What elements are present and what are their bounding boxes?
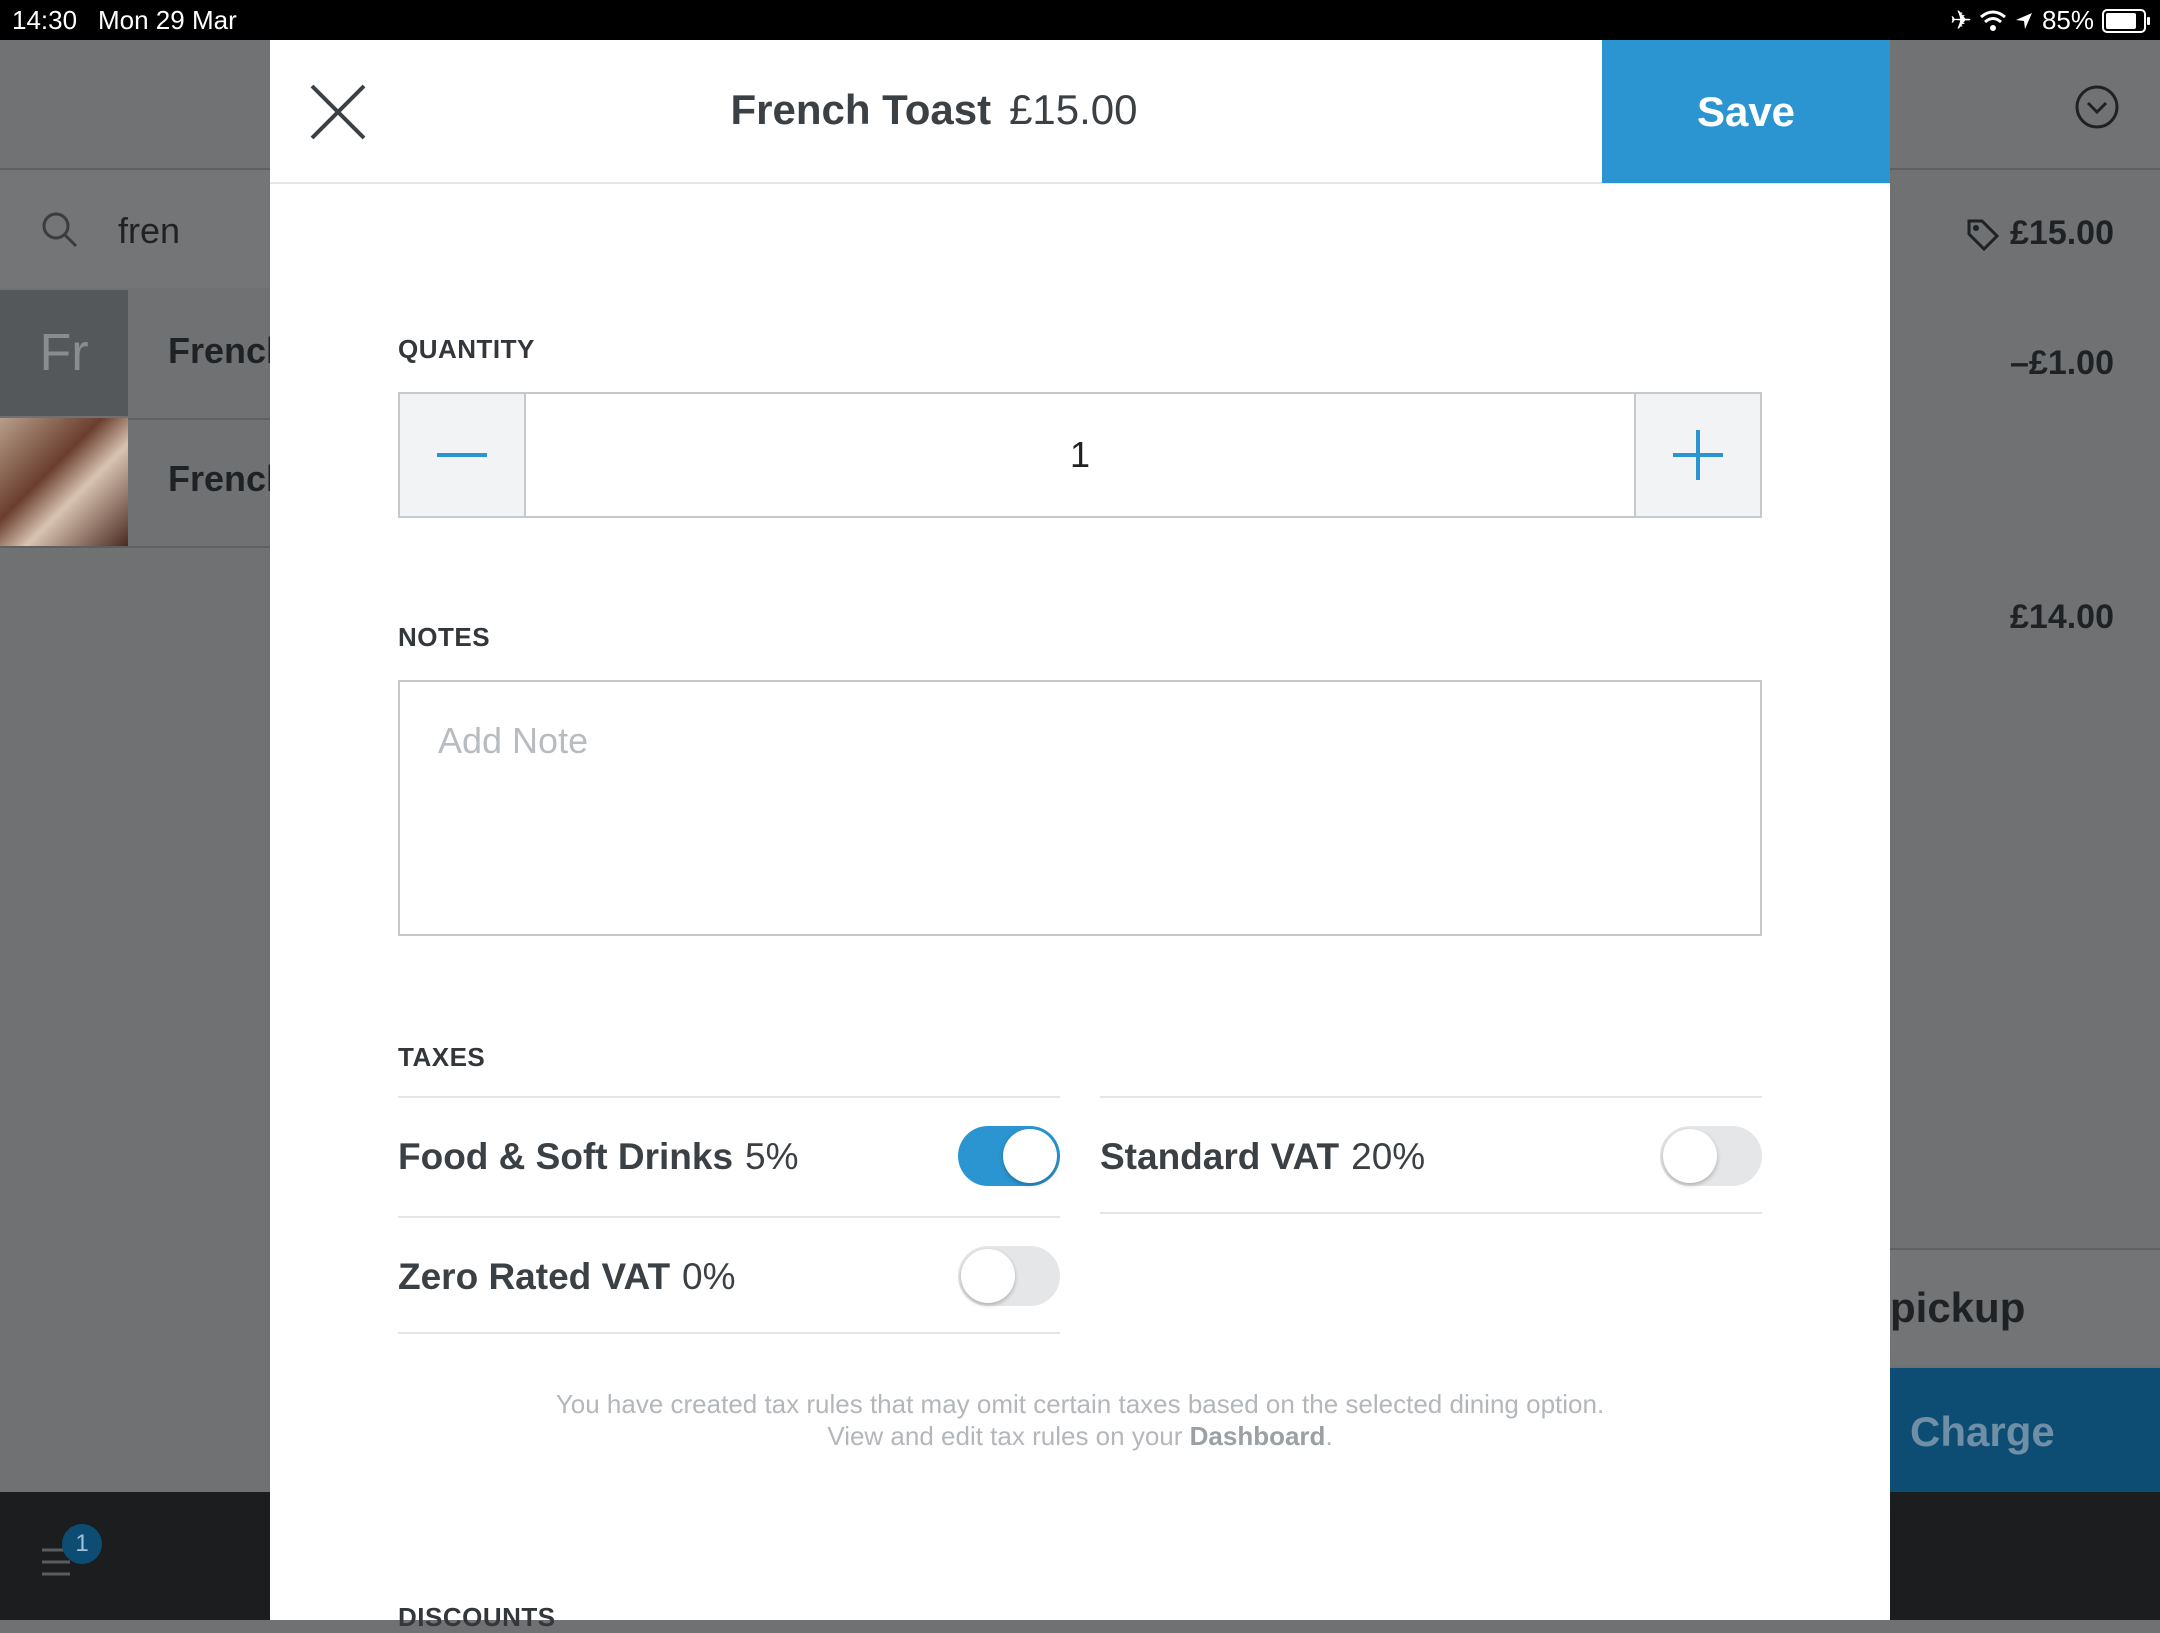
discounts-label: DISCOUNTS	[398, 1602, 556, 1632]
item-price: £15.00	[1009, 86, 1138, 133]
airplane-icon: ✈	[1950, 5, 1972, 35]
item-thumbnail: Fr	[0, 290, 128, 416]
background-search[interactable]: fren	[0, 170, 270, 288]
chevron-down-circle-icon[interactable]	[2074, 84, 2120, 130]
notes-label: NOTES	[398, 622, 491, 652]
tax-toggle-standard-vat[interactable]	[1660, 1126, 1762, 1186]
pickup-button[interactable]: pickup	[1890, 1248, 2160, 1366]
background-list-item[interactable]: Fr Frencl	[0, 290, 276, 420]
cart-discount: –£1.00	[2010, 344, 2114, 382]
battery-icon	[2102, 8, 2150, 33]
order-count-badge: 1	[62, 1524, 102, 1564]
notes-input[interactable]	[400, 682, 1760, 934]
item-name: Frencl	[168, 458, 277, 499]
modal-header: French Toast £15.00 Save	[270, 40, 1890, 184]
quantity-decrement-button[interactable]	[400, 394, 526, 516]
tax-info-line1: You have created tax rules that may omit…	[555, 1389, 1605, 1419]
status-date: Mon 29 Mar	[98, 5, 237, 35]
tax-toggle-food-soft-drinks[interactable]	[958, 1126, 1060, 1186]
background-list-item[interactable]: Frencl	[0, 418, 276, 548]
taxes-label: TAXES	[398, 1042, 486, 1072]
status-time: 14:30	[12, 5, 78, 35]
tax-toggle-zero-rated-vat[interactable]	[958, 1246, 1060, 1306]
cart-subtotal: £14.00	[2010, 598, 2114, 636]
tax-info-line2: View and edit tax rules on your Dashboar…	[827, 1421, 1333, 1451]
cart-total-price: £15.00	[2010, 214, 2114, 252]
battery-percent: 85%	[2041, 5, 2094, 35]
plus-icon	[1673, 430, 1723, 480]
notes-field	[398, 680, 1762, 936]
tax-row-food-soft-drinks: Food & Soft Drinks 5%	[398, 1096, 1060, 1214]
quantity-increment-button[interactable]	[1634, 394, 1760, 516]
search-query: fren	[118, 210, 181, 251]
tag-icon	[1967, 219, 2000, 252]
modal-title: French Toast £15.00	[270, 86, 1598, 134]
tax-name: Zero Rated VAT 0%	[398, 1256, 736, 1297]
item-name: Frencl	[168, 330, 277, 371]
item-photo	[0, 418, 128, 546]
quantity-label: QUANTITY	[398, 334, 535, 364]
tax-name: Standard VAT 20%	[1100, 1136, 1426, 1177]
tax-row-zero-rated-vat: Zero Rated VAT 0%	[398, 1216, 1060, 1334]
quantity-value[interactable]: 1	[526, 394, 1634, 516]
status-right: ✈ 85%	[1950, 5, 2150, 36]
tax-name: Food & Soft Drinks 5%	[398, 1136, 799, 1177]
pickup-label: pickup	[1890, 1284, 2026, 1331]
tax-rules-info: You have created tax rules that may omit…	[270, 1388, 1890, 1452]
dashboard-link[interactable]: Dashboard	[1190, 1421, 1326, 1451]
item-modal: French Toast £15.00 Save QUANTITY 1 NOTES…	[270, 40, 1890, 1632]
charge-button[interactable]: Charge	[1890, 1368, 2160, 1492]
minus-icon	[437, 453, 487, 457]
status-bar: 14:30 Mon 29 Mar ✈ 85%	[0, 0, 2160, 40]
search-icon	[42, 212, 78, 248]
location-icon	[2015, 12, 2032, 29]
tax-row-standard-vat: Standard VAT 20%	[1100, 1096, 1762, 1214]
charge-label: Charge	[1910, 1408, 2055, 1455]
quantity-stepper: 1	[398, 392, 1762, 518]
wifi-icon	[1979, 10, 2006, 31]
save-button[interactable]: Save	[1602, 40, 1890, 183]
item-title: French Toast	[730, 86, 992, 133]
